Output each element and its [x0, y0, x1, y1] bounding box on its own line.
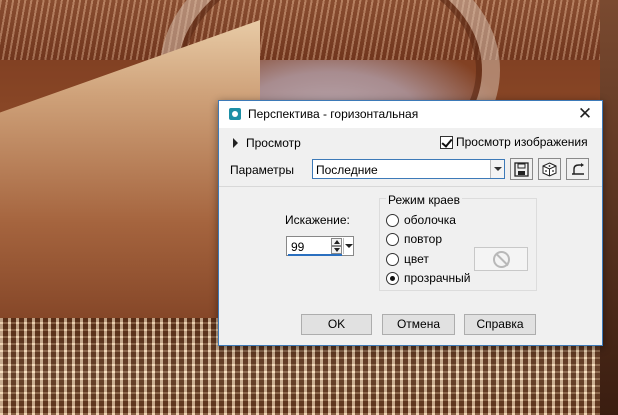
dialog-title: Перспектива - горизонтальная — [248, 107, 419, 121]
distortion-focus-underline — [288, 254, 342, 256]
save-preset-button[interactable] — [510, 158, 533, 180]
edge-option-label: повтор — [404, 232, 442, 246]
preview-image-label: Просмотр изображения — [456, 135, 588, 149]
preview-expander-label: Просмотр — [246, 136, 301, 150]
expand-arrow-icon — [233, 138, 238, 148]
camera-icon — [229, 108, 241, 120]
cancel-button[interactable]: Отмена — [382, 314, 455, 335]
edge-radio-repeat[interactable] — [386, 232, 399, 246]
distortion-spinbox[interactable]: 99 — [286, 236, 354, 256]
edge-mode-group: Режим краев оболочка повтор цвет прозрач… — [379, 193, 537, 291]
decrement-icon[interactable] — [331, 246, 342, 254]
help-button[interactable]: Справка — [464, 314, 536, 335]
edge-option-label: оболочка — [404, 213, 456, 227]
distortion-label: Искажение: — [285, 213, 350, 227]
preview-expander[interactable]: Просмотр — [233, 136, 301, 150]
randomize-button[interactable] — [538, 158, 561, 180]
edge-radio-transparent[interactable] — [386, 271, 399, 285]
reset-button[interactable] — [566, 158, 589, 180]
reset-arrow-icon — [572, 163, 584, 175]
ok-button[interactable]: OK — [301, 314, 372, 335]
distortion-value[interactable]: 99 — [291, 240, 304, 254]
edge-radio-wrap[interactable] — [386, 213, 399, 227]
edge-option-label: прозрачный — [404, 271, 471, 285]
increment-icon[interactable] — [331, 238, 342, 246]
edge-option-wrap[interactable]: оболочка — [386, 213, 456, 227]
preview-image-checkbox[interactable] — [440, 135, 453, 149]
preset-dropdown[interactable]: Последние — [312, 159, 505, 179]
edge-mode-legend: Режим краев — [386, 193, 462, 207]
close-icon[interactable]: ✕ — [576, 104, 594, 124]
dice-icon — [542, 162, 557, 177]
distortion-stepper[interactable] — [331, 238, 342, 254]
perspective-dialog: Перспектива - горизонтальная ✕ Просмотр … — [218, 100, 603, 346]
preset-value: Последние — [316, 163, 378, 177]
dialog-titlebar[interactable]: Перспектива - горизонтальная ✕ — [219, 101, 602, 128]
section-divider — [219, 186, 602, 187]
edge-option-label: цвет — [404, 252, 429, 266]
params-label: Параметры — [230, 163, 294, 177]
edge-option-transparent[interactable]: прозрачный — [386, 271, 471, 285]
chevron-down-icon[interactable] — [490, 160, 504, 178]
preview-image-option[interactable]: Просмотр изображения — [440, 135, 588, 149]
no-symbol-icon — [493, 251, 510, 268]
edge-option-color[interactable]: цвет — [386, 252, 429, 266]
edge-option-repeat[interactable]: повтор — [386, 232, 442, 246]
edge-radio-color[interactable] — [386, 252, 399, 266]
edge-color-swatch[interactable] — [474, 247, 528, 271]
save-icon — [514, 162, 529, 177]
distortion-menu-chevron-icon[interactable] — [343, 238, 353, 254]
